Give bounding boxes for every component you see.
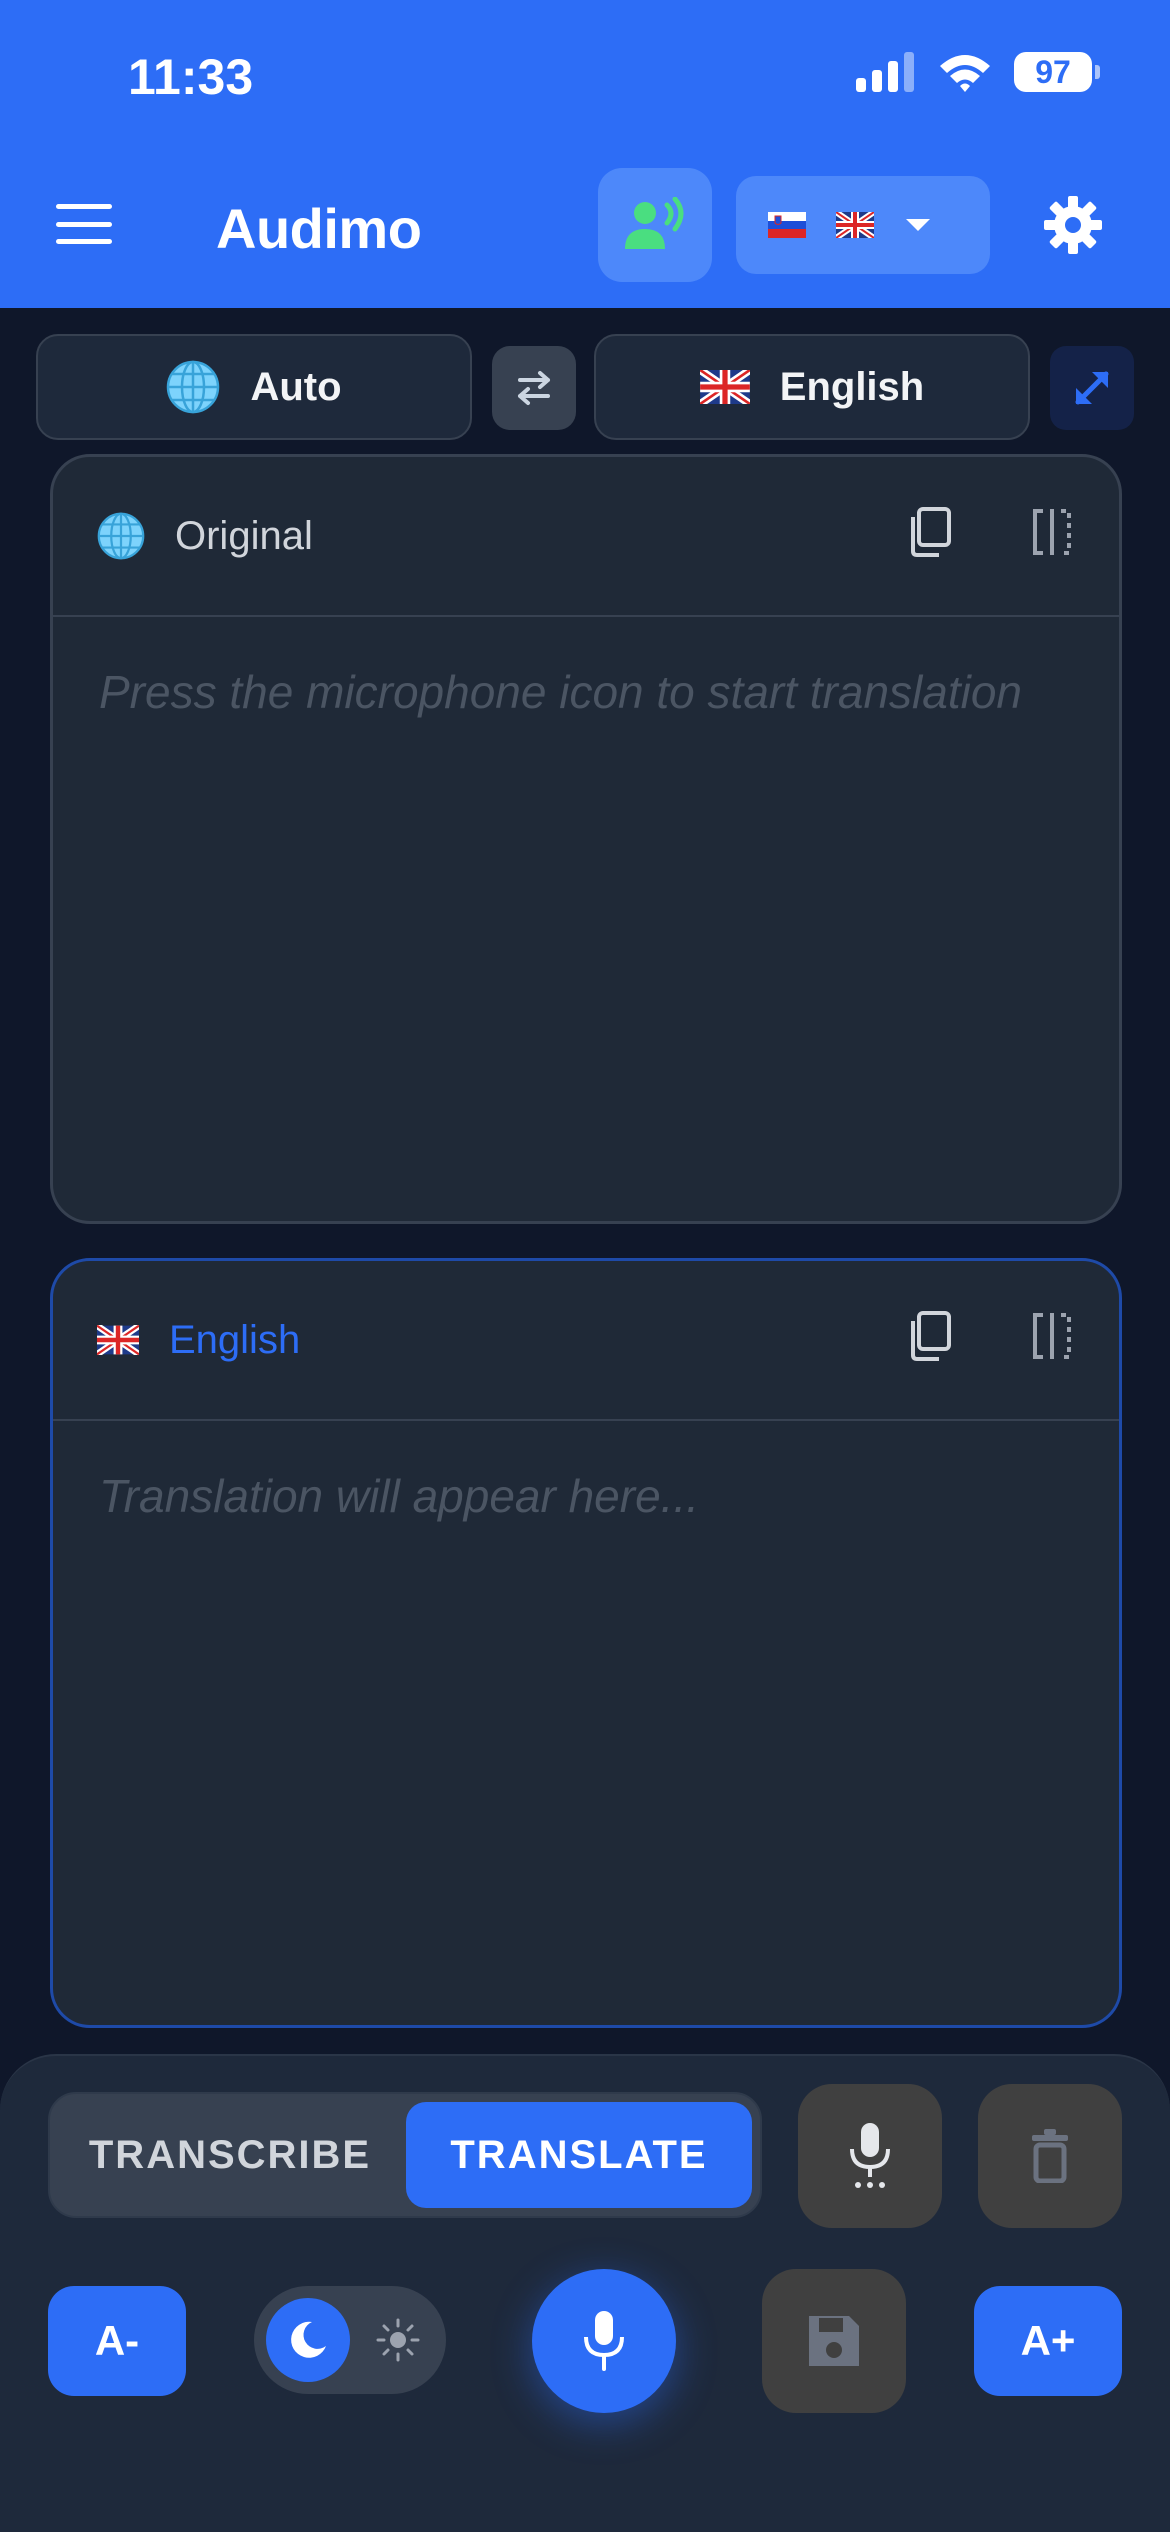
translate-mode-button[interactable]: TRANSLATE — [406, 2102, 752, 2208]
translation-panel-header: English — [53, 1261, 1119, 1421]
transcribe-mode-button[interactable]: TRANSCRIBE — [60, 2102, 400, 2208]
app-header: 11:33 97 Audimo — [0, 0, 1170, 308]
uk-flag-icon — [699, 370, 750, 404]
slovenia-flag-icon — [768, 212, 806, 238]
trash-icon — [1032, 2129, 1068, 2183]
cellular-signal-icon — [856, 52, 914, 92]
chevron-down-icon — [906, 219, 930, 231]
status-icons: 97 — [856, 52, 1100, 92]
translation-panel-label: English — [169, 1317, 301, 1362]
theme-toggle[interactable] — [254, 2286, 446, 2394]
wifi-icon — [940, 55, 990, 92]
font-increase-button[interactable]: A+ — [974, 2286, 1122, 2396]
expand-button[interactable] — [1050, 346, 1134, 430]
mode-toggle: TRANSCRIBE TRANSLATE — [48, 2092, 762, 2218]
copy-icon[interactable] — [907, 1311, 951, 1361]
split-view-icon[interactable] — [1029, 507, 1075, 557]
speaking-person-icon — [625, 197, 684, 249]
uk-flag-icon — [836, 212, 874, 238]
globe-icon — [167, 360, 220, 414]
target-language-label: English — [779, 364, 925, 409]
split-view-icon[interactable] — [1029, 1311, 1075, 1361]
battery-icon: 97 — [1014, 52, 1100, 92]
microphone-options-button[interactable] — [798, 2084, 942, 2228]
settings-button[interactable] — [1040, 192, 1106, 258]
original-panel-header: Original — [53, 457, 1119, 617]
app-title: Audimo — [216, 197, 422, 260]
font-decrease-button[interactable]: A- — [48, 2286, 186, 2396]
expand-arrows-icon — [1075, 371, 1109, 405]
status-time: 11:33 — [128, 49, 254, 105]
battery-level: 97 — [1014, 52, 1092, 92]
target-language-select[interactable]: English — [594, 334, 1030, 440]
menu-icon[interactable] — [56, 204, 112, 244]
translation-panel: English Translation will appear here... — [50, 1258, 1122, 2028]
moon-icon — [291, 2321, 326, 2358]
uk-flag-icon — [97, 1325, 139, 1355]
source-language-label: Auto — [250, 364, 342, 409]
swap-arrows-icon — [518, 371, 550, 405]
source-language-select[interactable]: Auto — [36, 334, 472, 440]
translation-text-area: Translation will appear here... — [99, 1470, 699, 1522]
clear-button[interactable] — [978, 2084, 1122, 2228]
record-microphone-button[interactable] — [532, 2269, 676, 2413]
sun-icon — [376, 2318, 420, 2362]
save-button[interactable] — [762, 2269, 906, 2413]
voice-mode-button[interactable] — [598, 168, 712, 282]
microphone-dots-icon — [850, 2123, 890, 2188]
gear-icon — [1044, 196, 1102, 254]
copy-icon[interactable] — [907, 507, 951, 557]
original-panel: Original Press the microphone icon to st… — [50, 454, 1122, 1224]
swap-languages-button[interactable] — [492, 346, 576, 430]
floppy-disk-icon — [809, 2316, 859, 2366]
language-pair-dropdown[interactable] — [736, 176, 990, 274]
microphone-icon — [584, 2311, 624, 2371]
original-text-area[interactable]: Press the microphone icon to start trans… — [53, 617, 1119, 767]
theme-knob — [266, 2298, 350, 2382]
original-panel-label: Original — [175, 513, 313, 558]
bottom-control-bar: TRANSCRIBE TRANSLATE A- A+ — [0, 2054, 1170, 2532]
globe-icon — [97, 512, 145, 560]
